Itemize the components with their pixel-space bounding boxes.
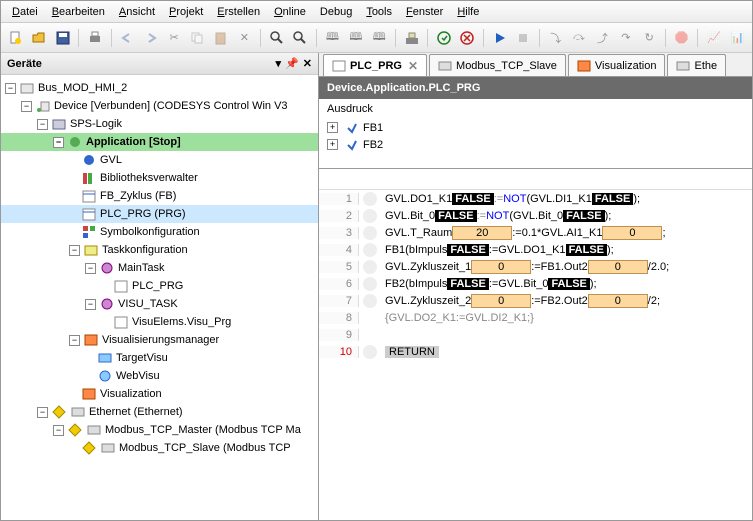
tree-maintask[interactable]: −MainTask [1,259,318,277]
tab-ethernet[interactable]: Ethe [667,54,726,76]
code-line-3[interactable]: 3GVL.T_Raum20:=0.1*GVL.AI1_K10; [319,224,752,241]
tree-plc-prg-task[interactable]: PLC_PRG [1,277,318,295]
tree-ethernet[interactable]: −Ethernet (Ethernet) [1,403,318,421]
code-line-2[interactable]: 2GVL.Bit_0FALSE:=NOT(GVL.Bit_0FALSE); [319,207,752,224]
code-line-4[interactable]: 4FB1(bImpulsFALSE:=GVL.DO1_K1FALSE); [319,241,752,258]
menu-tools[interactable]: Tools [359,3,399,21]
expander-icon[interactable]: − [21,101,32,112]
print-icon[interactable] [84,27,105,49]
menu-hilfe[interactable]: Hilfe [450,3,486,21]
variables-pane: Ausdruck +FB1 +FB2 [319,99,752,169]
expander-icon[interactable]: − [5,83,16,94]
tab-plc-prg[interactable]: PLC_PRG✕ [323,54,427,76]
code-editor[interactable]: 1GVL.DO1_K1FALSE:=NOT(GVL.DI1_K1FALSE); … [319,189,752,520]
open-folder-icon[interactable] [28,27,49,49]
tree-fb-zyklus[interactable]: FB_Zyklus (FB) [1,187,318,205]
expander-icon[interactable]: − [37,119,48,130]
menubar: Datei Bearbeiten Ansicht Projekt Erstell… [1,1,752,23]
code-line-1[interactable]: 1GVL.DO1_K1FALSE:=NOT(GVL.DI1_K1FALSE); [319,190,752,207]
build-icon[interactable] [401,27,422,49]
var-row-fb1[interactable]: +FB1 [327,119,744,136]
redo-icon[interactable] [140,27,161,49]
login-icon[interactable] [433,27,454,49]
find-replace-icon[interactable] [289,27,310,49]
new-file-icon[interactable] [5,27,26,49]
save-icon[interactable] [52,27,73,49]
trace-icon[interactable]: 📈 [703,27,724,49]
tree-taskconfig[interactable]: −Taskkonfiguration [1,241,318,259]
editor-tabs: PLC_PRG✕ Modbus_TCP_Slave Visualization … [319,53,752,77]
devices-panel-title: Geräte ▾ 📌 ✕ [1,53,318,75]
undo-icon[interactable] [117,27,138,49]
editor-title-bar: Device.Application.PLC_PRG [319,77,752,99]
panel-pin-icon[interactable]: 📌 [285,57,299,70]
devices-panel: Geräte ▾ 📌 ✕ −Bus_MOD_HMI_2 −Device [Ver… [1,53,319,520]
expander-icon[interactable]: − [53,137,64,148]
tab-modbus-slave[interactable]: Modbus_TCP_Slave [429,54,566,76]
device-tree[interactable]: −Bus_MOD_HMI_2 −Device [Verbunden] (CODE… [1,75,318,520]
tree-visu-elems[interactable]: VisuElems.Visu_Prg [1,313,318,331]
cut-icon[interactable]: ✂ [163,27,184,49]
tree-sps-logik[interactable]: −SPS-Logik [1,115,318,133]
menu-bearbeiten[interactable]: Bearbeiten [45,3,112,21]
tree-bibliothek[interactable]: Bibliotheksverwalter [1,169,318,187]
menu-ansicht[interactable]: Ansicht [112,3,162,21]
tree-application[interactable]: −Application [Stop] [1,133,318,151]
tree-gvl[interactable]: GVL [1,151,318,169]
vars-header: Ausdruck [327,103,744,115]
menu-datei[interactable]: Datei [5,3,45,21]
stop-icon[interactable] [513,27,534,49]
close-icon[interactable]: ✕ [408,59,418,73]
menu-projekt[interactable]: Projekt [162,3,210,21]
tree-targetvisu[interactable]: TargetVisu [1,349,318,367]
breakpoint-icon[interactable]: 🛑 [671,27,692,49]
menu-debug[interactable]: Debug [313,3,359,21]
step-over-icon[interactable]: ⤼ [568,27,589,49]
menu-online[interactable]: Online [267,3,313,21]
toolbar: ✂ ✕ 🕮 🕮 🕮 ⤵ ⤼ ⤴ ↷ ↻ 🛑 📈 📊 [1,23,752,53]
logout-icon[interactable] [457,27,478,49]
code-line-8[interactable]: 8{GVL.DO2_K1:=GVL.DI2_K1;} [319,309,752,326]
tab-visualization[interactable]: Visualization [568,54,666,76]
code-line-5[interactable]: 5GVL.Zykluszeit_10:=FB1.Out20/2.0; [319,258,752,275]
code-line-7[interactable]: 7GVL.Zykluszeit_20:=FB2.Out20/2; [319,292,752,309]
trace2-icon[interactable]: 📊 [727,27,748,49]
find-icon[interactable] [266,27,287,49]
var-row-fb2[interactable]: +FB2 [327,136,744,153]
code-line-6[interactable]: 6FB2(bImpulsFALSE:=GVL.Bit_0FALSE); [319,275,752,292]
bookmark-icon[interactable]: 🕮 [322,27,343,49]
step-into-icon[interactable]: ⤵ [545,27,566,49]
tree-modbus-slave[interactable]: Modbus_TCP_Slave (Modbus TCP [1,439,318,457]
tree-root[interactable]: −Bus_MOD_HMI_2 [1,79,318,97]
run-icon[interactable] [489,27,510,49]
menu-fenster[interactable]: Fenster [399,3,450,21]
tree-modbus-master[interactable]: −Modbus_TCP_Master (Modbus TCP Ma [1,421,318,439]
step-cursor-icon[interactable]: ↷ [615,27,636,49]
step-icon[interactable]: ↻ [639,27,660,49]
tree-visu-task[interactable]: −VISU_TASK [1,295,318,313]
code-line-9[interactable]: 9 [319,326,752,343]
panel-dropdown-icon[interactable]: ▾ [276,57,282,70]
menu-erstellen[interactable]: Erstellen [210,3,267,21]
tree-vis-mgr[interactable]: −Visualisierungsmanager [1,331,318,349]
tree-plc-prg[interactable]: PLC_PRG (PRG) [1,205,318,223]
tree-webvisu[interactable]: WebVisu [1,367,318,385]
copy-icon[interactable] [187,27,208,49]
panel-close-icon[interactable]: ✕ [303,57,312,70]
tree-visualization[interactable]: Visualization [1,385,318,403]
bookmark-next-icon[interactable]: 🕮 [369,27,390,49]
paste-icon[interactable] [210,27,231,49]
tree-device[interactable]: −Device [Verbunden] (CODESYS Control Win… [1,97,318,115]
editor-panel: PLC_PRG✕ Modbus_TCP_Slave Visualization … [319,53,752,520]
bookmark-prev-icon[interactable]: 🕮 [345,27,366,49]
code-line-10[interactable]: 10RETURN [319,343,752,360]
delete-icon[interactable]: ✕ [234,27,255,49]
step-out-icon[interactable]: ⤴ [592,27,613,49]
tree-symbol[interactable]: Symbolkonfiguration [1,223,318,241]
